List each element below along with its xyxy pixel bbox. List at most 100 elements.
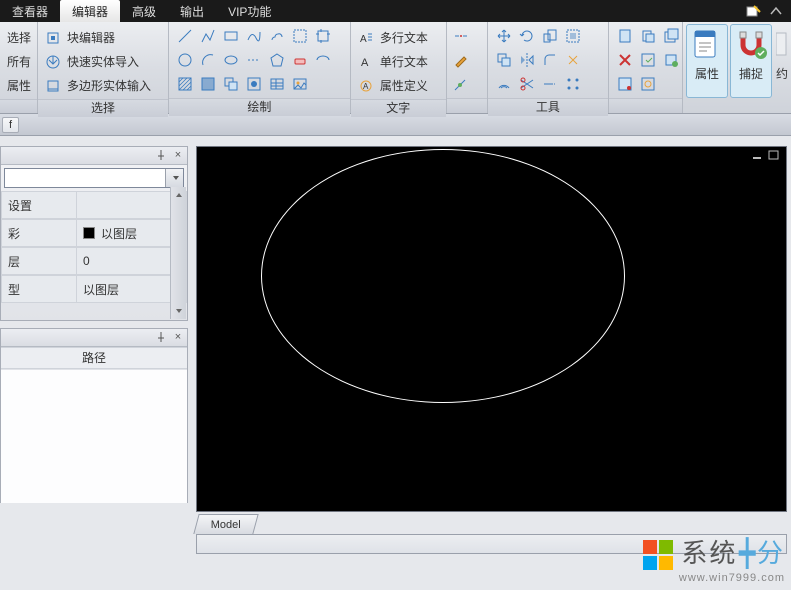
ellipse-tool-icon[interactable] xyxy=(221,50,241,70)
region-tool-icon[interactable] xyxy=(290,26,310,46)
rect-tool-icon[interactable] xyxy=(221,26,241,46)
ribbon-item-quickimport[interactable]: 快速实体导入 xyxy=(41,50,155,73)
prop-key-0: 设置 xyxy=(1,191,77,219)
paste-tool-icon[interactable] xyxy=(638,26,658,46)
scroll-down-icon[interactable] xyxy=(171,303,186,319)
close-icon[interactable]: × xyxy=(172,332,184,344)
ribbon-group-label-5: 工具 xyxy=(488,98,608,116)
copy-tool-icon[interactable] xyxy=(494,50,514,70)
viewport-maximize-icon[interactable] xyxy=(768,150,782,162)
extend-tool-icon[interactable] xyxy=(540,74,560,94)
combo-dropdown-button[interactable] xyxy=(165,169,183,187)
ellipsearc-tool-icon[interactable] xyxy=(313,50,333,70)
rotate-tool-icon[interactable] xyxy=(517,26,537,46)
ribbon-group-label-2: 绘制 xyxy=(169,98,350,116)
menubar-tab-4[interactable]: VIP功能 xyxy=(216,0,283,22)
properties-icon xyxy=(691,29,723,61)
svg-text:A: A xyxy=(361,57,369,69)
image-tool-icon[interactable] xyxy=(290,74,310,94)
scroll-up-icon[interactable] xyxy=(171,187,186,203)
path-header: 路径 xyxy=(1,347,187,369)
object-type-combo[interactable] xyxy=(4,168,184,188)
fillet-tool-icon[interactable] xyxy=(540,50,560,70)
prop-key-1: 彩 xyxy=(1,219,77,247)
menubar-tab-1[interactable]: 编辑器 xyxy=(60,0,120,22)
offset-tool-icon[interactable] xyxy=(494,74,514,94)
extra-big-button[interactable]: 约 xyxy=(774,24,790,98)
crop-tool-icon[interactable] xyxy=(313,26,333,46)
array-tool-icon[interactable] xyxy=(563,74,583,94)
circle-entity[interactable] xyxy=(261,149,625,403)
command-line[interactable] xyxy=(196,534,787,554)
snap-big-button[interactable]: 捕捉 xyxy=(730,24,772,98)
attrdef-icon: A xyxy=(358,78,374,94)
snap-icon xyxy=(735,29,767,61)
table-tool-icon[interactable] xyxy=(267,74,287,94)
watermark-url: www.win7999.com xyxy=(643,572,785,584)
path-list[interactable] xyxy=(1,369,187,503)
ribbon-item-text[interactable]: A 单行文本 xyxy=(354,50,432,73)
spline-tool-icon[interactable] xyxy=(244,26,264,46)
ref-tool-icon[interactable] xyxy=(244,74,264,94)
text-icon: A xyxy=(358,54,374,70)
ribbon-group-label-0 xyxy=(0,99,37,113)
delete-tool-icon[interactable] xyxy=(615,50,635,70)
addpoint-tool-icon[interactable] xyxy=(451,74,471,94)
properties-scrollbar[interactable] xyxy=(170,187,186,319)
hatch-tool-icon[interactable] xyxy=(175,74,195,94)
arc-tool-icon[interactable] xyxy=(198,50,218,70)
menubar-tab-3[interactable]: 输出 xyxy=(168,0,216,22)
mirror-tool-icon[interactable] xyxy=(517,50,537,70)
pin-icon[interactable] xyxy=(156,332,168,344)
polygon-tool-icon[interactable] xyxy=(267,50,287,70)
color-swatch-icon xyxy=(83,227,95,239)
break-tool-icon[interactable] xyxy=(451,26,471,46)
ribbon-item-mtext[interactable]: A 多行文本 xyxy=(354,26,432,49)
document-tab[interactable]: f xyxy=(2,117,19,133)
revcloud-tool-icon[interactable] xyxy=(267,26,287,46)
line-tool-icon[interactable] xyxy=(175,26,195,46)
paint-tool-icon[interactable] xyxy=(451,50,471,70)
extra-icon xyxy=(776,29,788,61)
menubar-tab-2[interactable]: 高级 xyxy=(120,0,168,22)
ribbon-item-select[interactable]: 选择 xyxy=(3,26,35,49)
import-icon xyxy=(45,54,61,70)
insert-tool-icon[interactable] xyxy=(221,74,241,94)
drawing-viewport[interactable] xyxy=(196,146,787,512)
prop-key-3: 型 xyxy=(1,275,77,303)
pasteblock-tool-icon[interactable] xyxy=(638,50,658,70)
pastespec-tool-icon[interactable] xyxy=(661,50,681,70)
circle-tool-icon[interactable] xyxy=(175,50,195,70)
ribbon-item-all[interactable]: 所有 xyxy=(3,50,35,73)
scale-tool-icon[interactable] xyxy=(540,26,560,46)
ribbon-item-attrdef[interactable]: A 属性定义 xyxy=(354,74,432,97)
ribbon-group-label-4 xyxy=(447,98,487,113)
ribbon-group-label-1: 选择 xyxy=(38,99,168,117)
close-icon[interactable]: × xyxy=(172,150,184,162)
gradient-tool-icon[interactable] xyxy=(198,74,218,94)
move-tool-icon[interactable] xyxy=(494,26,514,46)
pasteorigin-tool-icon[interactable] xyxy=(638,74,658,94)
edit-icon[interactable] xyxy=(745,3,763,19)
cut-tool-icon[interactable] xyxy=(615,26,635,46)
ribbon-item-blockedit[interactable]: 块编辑器 xyxy=(41,26,155,49)
zigzag-tool-icon[interactable] xyxy=(198,26,218,46)
model-tab[interactable]: Model xyxy=(193,514,258,534)
explode-tool-icon[interactable] xyxy=(563,50,583,70)
dash-tool-icon[interactable] xyxy=(244,50,264,70)
document-tab-strip: f xyxy=(0,114,791,136)
ribbon-item-polyinput[interactable]: 多边形实体输入 xyxy=(41,74,155,97)
layout-tabs-row: Model xyxy=(196,512,787,534)
menubar-tab-0[interactable]: 查看器 xyxy=(0,0,60,22)
pin-icon[interactable] xyxy=(156,150,168,162)
erase-tool-icon[interactable] xyxy=(290,50,310,70)
ribbon-item-props[interactable]: 属性 xyxy=(3,74,35,97)
chevron-down-icon xyxy=(173,176,179,180)
properties-big-button[interactable]: 属性 xyxy=(686,24,728,98)
basepoint-tool-icon[interactable] xyxy=(615,74,635,94)
trim-tool-icon[interactable] xyxy=(517,74,537,94)
chevron-up-icon[interactable] xyxy=(767,3,785,19)
copy2-tool-icon[interactable] xyxy=(661,26,681,46)
group-tool-icon[interactable] xyxy=(563,26,583,46)
viewport-minimize-icon[interactable] xyxy=(752,150,766,162)
